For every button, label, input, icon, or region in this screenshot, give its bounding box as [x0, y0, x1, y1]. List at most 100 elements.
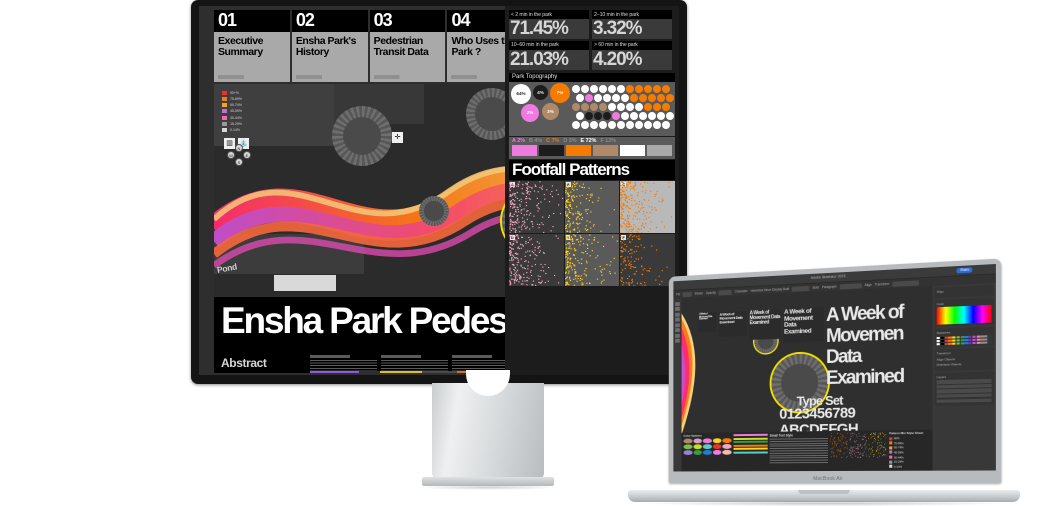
color-option[interactable]: [713, 438, 722, 443]
swatch[interactable]: [952, 342, 955, 345]
color-option[interactable]: [723, 438, 732, 443]
control-label[interactable]: Character: [735, 289, 748, 294]
swatch[interactable]: [944, 343, 947, 346]
topography-dot: [662, 103, 670, 111]
color-option[interactable]: [683, 450, 692, 455]
rule-stack: [734, 434, 768, 470]
share-button[interactable]: Share: [957, 267, 972, 273]
topography-bubble: 64%: [511, 84, 531, 104]
control-field[interactable]: [719, 289, 732, 295]
pen-tool-icon[interactable]: [675, 312, 680, 316]
color-options-grid[interactable]: [683, 438, 731, 455]
section-panel-02[interactable]: 02 Ensha Park's History: [292, 10, 368, 82]
control-label[interactable]: Transform: [875, 282, 890, 287]
topography-dot: [599, 103, 607, 111]
type-tool-icon[interactable]: [675, 318, 680, 322]
brush-tool-icon[interactable]: [675, 328, 680, 332]
footfall-heading: Footfall Patterns: [509, 160, 675, 181]
swatch[interactable]: [980, 341, 983, 344]
layer-row[interactable]: [937, 398, 992, 403]
laptop-base-notch: [798, 490, 850, 494]
control-label[interactable]: Fill: [676, 292, 680, 296]
footfall-scatter-points: [565, 181, 620, 233]
color-option[interactable]: [723, 444, 732, 449]
color-option[interactable]: [703, 444, 712, 449]
eyedropper-tool-icon[interactable]: [675, 333, 680, 337]
swatch[interactable]: [976, 341, 979, 344]
color-option[interactable]: [713, 450, 722, 455]
swatch[interactable]: [972, 342, 975, 345]
color-panel[interactable]: Color: [935, 297, 994, 327]
rule-line: [734, 437, 768, 439]
color-option[interactable]: [693, 450, 702, 455]
swatch[interactable]: [984, 341, 987, 344]
swatch[interactable]: [941, 343, 944, 346]
color-option[interactable]: [723, 450, 732, 455]
control-field[interactable]: [683, 291, 692, 296]
type-specimen-md[interactable]: A Week of Movement Data Examined: [749, 309, 782, 340]
tools-panel[interactable]: [673, 298, 681, 471]
swatches-grid[interactable]: [937, 335, 992, 346]
direct-selection-tool-icon[interactable]: [675, 307, 680, 311]
control-field[interactable]: [892, 280, 919, 286]
swatch[interactable]: [956, 342, 959, 345]
layers-panel[interactable]: Layers: [935, 371, 994, 406]
big-type-line: Examined: [826, 368, 903, 389]
control-label[interactable]: Helvetica Neue Display Bold: [751, 287, 790, 293]
color-option[interactable]: [693, 439, 702, 444]
artboard-canvas[interactable]: A Week of Movement Data Examined A Week …: [682, 286, 933, 472]
align-transform-panel[interactable]: Align: [935, 285, 994, 298]
crossing-icon[interactable]: ✛: [392, 132, 403, 143]
shape-tool-icon[interactable]: [675, 323, 680, 327]
zoom-tool-icon[interactable]: [675, 339, 680, 343]
control-label[interactable]: Paragraph: [822, 285, 837, 290]
section-panel-01[interactable]: 01 Executive Summary: [214, 10, 290, 82]
compass-south[interactable]: S: [235, 158, 243, 166]
color-option[interactable]: [713, 444, 722, 449]
type-specimen-lg[interactable]: A Week of Movement Data Examined: [783, 307, 824, 342]
type-specimen-sm[interactable]: A Week of Movement Data Examined: [719, 311, 747, 338]
swatch[interactable]: [937, 343, 940, 346]
swatch[interactable]: [964, 342, 967, 345]
selection-tool-icon[interactable]: [675, 302, 680, 306]
legend-label: 0-14%: [230, 128, 240, 132]
compass-north[interactable]: N: [235, 144, 243, 152]
color-option[interactable]: [693, 444, 702, 449]
compass-west[interactable]: W: [227, 151, 235, 159]
section-byline: [218, 75, 286, 79]
footfall-panel-b: B: [565, 181, 620, 233]
type-specimen-xs[interactable]: A Week of Movement Data Examined: [698, 312, 717, 332]
compass-east[interactable]: E: [243, 151, 251, 159]
topography-dot: [662, 85, 670, 93]
color-spectrum[interactable]: [937, 305, 992, 325]
topography-key-e: E 72%: [581, 138, 597, 144]
map-roundabout: [419, 196, 449, 226]
color-option[interactable]: [683, 439, 692, 444]
color-option[interactable]: [683, 445, 692, 450]
map-compass-pad[interactable]: N W E S: [227, 144, 251, 166]
swatch[interactable]: [948, 342, 951, 345]
control-label[interactable]: Bold: [813, 285, 819, 289]
color-option[interactable]: [703, 439, 712, 444]
transform-panel[interactable]: Transform Align Objects Distribute Objec…: [935, 348, 994, 371]
section-panel-03[interactable]: 03 Pedestrian Transit Data: [370, 10, 446, 82]
topography-dot: [585, 112, 593, 120]
swatch[interactable]: [968, 342, 971, 345]
color-option[interactable]: [703, 450, 712, 455]
topography-key-d: D 3%: [563, 138, 576, 144]
control-label[interactable]: Opacity: [706, 291, 716, 295]
rule-line: [734, 451, 768, 453]
control-field[interactable]: [792, 285, 810, 291]
topography-key-b: B 4%: [529, 138, 542, 144]
swatches-panel[interactable]: Swatches: [935, 327, 994, 348]
control-label[interactable]: Stroke: [695, 291, 704, 295]
topography-key: A 2% B 4% C 7% D 3% E 72% F 12%: [509, 137, 675, 145]
topography-dot: [653, 85, 661, 93]
topography-dot: [576, 112, 584, 120]
control-label[interactable]: Align: [864, 283, 871, 287]
footfall-scatter-points: [620, 181, 675, 233]
swatch[interactable]: [960, 342, 963, 345]
swatch[interactable]: [988, 341, 991, 344]
abstract-color-rule: [422, 371, 457, 373]
control-field[interactable]: [840, 283, 862, 289]
